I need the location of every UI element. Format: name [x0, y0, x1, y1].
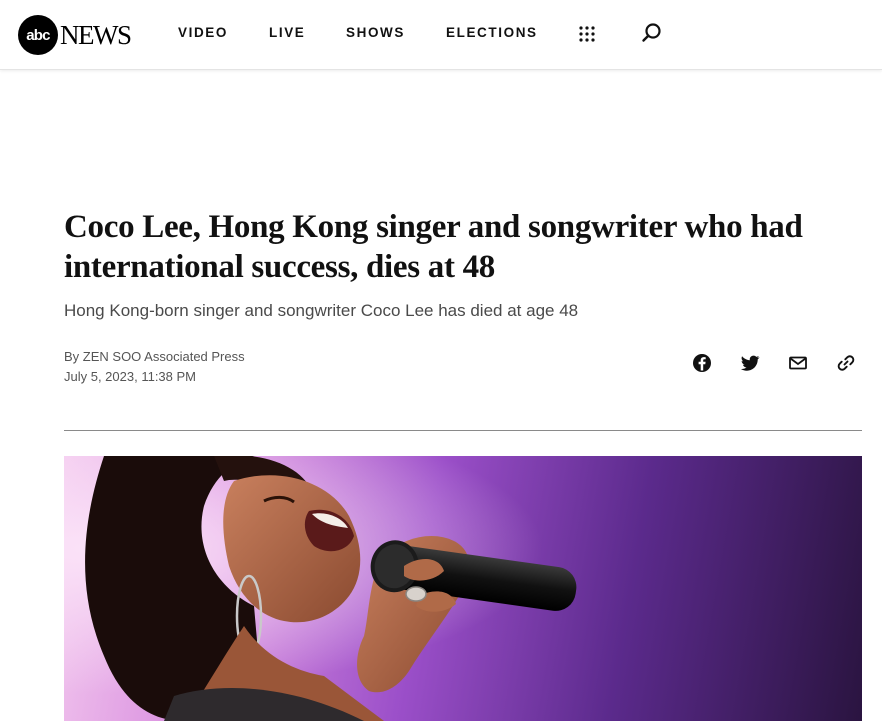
link-icon[interactable] — [835, 352, 857, 374]
logo-word: NEWS — [60, 20, 132, 50]
search-icon[interactable] — [641, 22, 663, 44]
email-icon[interactable] — [787, 352, 809, 374]
twitter-icon[interactable] — [739, 352, 761, 374]
singer-photo-illustration — [64, 456, 862, 721]
nav-live[interactable]: LIVE — [269, 25, 305, 40]
article-byline-block: By ZEN SOO Associated Press July 5, 2023… — [64, 347, 245, 387]
nav-shows[interactable]: SHOWS — [346, 25, 405, 40]
site-header: abc NEWS VIDEO LIVE SHOWS ELECTIONS — [0, 0, 882, 70]
nav-video[interactable]: VIDEO — [178, 25, 228, 40]
byline[interactable]: By ZEN SOO Associated Press — [64, 347, 245, 367]
abc-news-logo[interactable]: abc NEWS — [18, 15, 132, 55]
article-headline: Coco Lee, Hong Kong singer and songwrite… — [64, 209, 803, 285]
nav-elections[interactable]: ELECTIONS — [446, 25, 538, 40]
publish-date: July 5, 2023, 11:38 PM — [64, 369, 197, 384]
logo-circle: abc — [18, 15, 58, 55]
article-subhead: Hong Kong-born singer and songwriter Coc… — [64, 301, 579, 320]
facebook-icon[interactable] — [691, 352, 713, 374]
article-divider — [64, 430, 862, 431]
article-lead-photo[interactable] — [64, 456, 862, 721]
grid-dots-icon[interactable] — [578, 25, 596, 43]
